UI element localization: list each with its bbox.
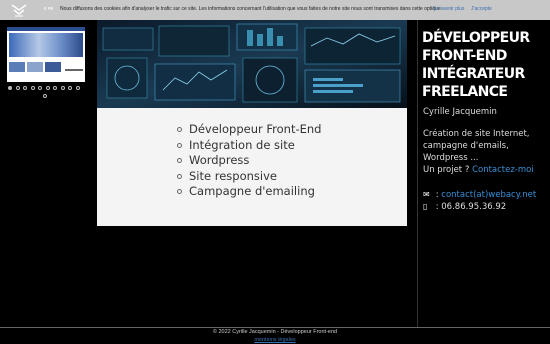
thumb-tile xyxy=(9,62,25,72)
cookie-message: Nous diffusons des cookies afin d'analys… xyxy=(60,6,443,12)
phone-icon: ▯ xyxy=(423,202,428,211)
slider-dot[interactable] xyxy=(75,86,80,90)
hero-image xyxy=(97,20,407,108)
slider-dot[interactable] xyxy=(30,86,35,90)
list-item: Intégration de site xyxy=(177,138,321,154)
thumb-banner xyxy=(9,33,83,57)
services-list: Développeur Front-End Intégration de sit… xyxy=(177,122,321,200)
list-item: Wordpress xyxy=(177,153,321,169)
description-text: Création de site Internet, campagne d'em… xyxy=(423,129,530,163)
bullet-icon xyxy=(177,127,182,132)
thumb-tile xyxy=(27,62,43,72)
slider-dot[interactable] xyxy=(45,86,50,90)
bullet-icon xyxy=(177,189,182,194)
thumb-topbar xyxy=(7,27,85,31)
bullet-icon xyxy=(177,158,182,163)
cookie-accept-link[interactable]: J'accepte xyxy=(471,6,492,12)
page-title: Développeur Front-End Intégrateur Freela… xyxy=(422,30,530,100)
services-panel: Développeur Front-End Intégration de sit… xyxy=(97,108,407,226)
owner-name: Cyrille Jacquemin xyxy=(423,107,497,117)
phone-row: ▯ : 06.86.95.36.92 xyxy=(423,202,506,212)
envelope-icon: ✉ xyxy=(423,190,430,199)
list-item: Site responsive xyxy=(177,169,321,185)
email-separator: : xyxy=(435,190,439,200)
portfolio-slider xyxy=(0,20,97,324)
list-item: Développeur Front-End xyxy=(177,122,321,138)
slider-dot[interactable] xyxy=(23,86,27,90)
footer-divider xyxy=(0,327,550,328)
phone-number: : 06.86.95.36.92 xyxy=(435,202,507,212)
header-partial-text: ᴇ ᴘʀ xyxy=(44,6,54,12)
slider-dot[interactable] xyxy=(68,86,72,90)
slider-dot[interactable] xyxy=(8,86,12,90)
thumb-tile xyxy=(45,62,61,72)
email-row: ✉ : contact(at)webacy.net xyxy=(423,190,536,200)
sidebar: Développeur Front-End Intégrateur Freela… xyxy=(417,20,550,327)
contact-link[interactable]: Contactez-moi xyxy=(472,165,534,175)
slider-dot[interactable] xyxy=(15,86,20,90)
bullet-icon xyxy=(177,142,182,148)
footer-copyright: © 2022 Cyrille Jacquemin - Développeur F… xyxy=(212,329,338,335)
slider-dot[interactable] xyxy=(43,94,47,98)
cookie-more-link[interactable]: En savoir plus xyxy=(433,6,464,12)
slider-dot[interactable] xyxy=(53,86,57,90)
site-logo-icon[interactable] xyxy=(10,2,28,18)
project-prompt: Un projet ? xyxy=(423,165,470,175)
hero-dashboard-graphic xyxy=(97,20,407,108)
slider-dot[interactable] xyxy=(60,86,65,90)
list-item: Campagne d'emailing xyxy=(177,184,321,200)
description: Création de site Internet, campagne d'em… xyxy=(423,128,549,176)
slider-pagination xyxy=(8,84,88,100)
slider-dot[interactable] xyxy=(38,86,42,90)
legal-link[interactable]: mentions légales xyxy=(0,337,550,343)
thumb-caption xyxy=(65,69,83,71)
email-link[interactable]: contact(at)webacy.net xyxy=(441,190,536,200)
slide-image[interactable] xyxy=(7,27,85,82)
bullet-icon xyxy=(177,173,182,179)
cookie-banner: ᴇ ᴘʀ Nous diffusons des cookies afin d'a… xyxy=(0,0,550,20)
